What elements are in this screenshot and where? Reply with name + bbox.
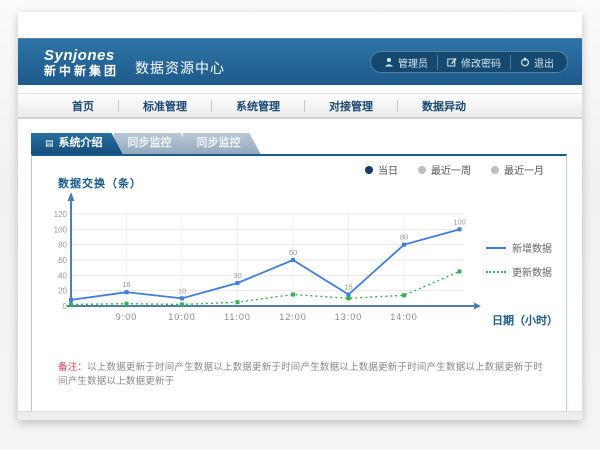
user-item-label: 修改密码 <box>461 55 501 70</box>
power-icon <box>520 57 530 67</box>
range-option-label: 当日 <box>378 162 398 177</box>
data-point <box>236 281 240 285</box>
range-option-1[interactable]: 最近一周 <box>418 162 471 177</box>
company-logo: Synjones 新中新集团 <box>44 48 119 77</box>
y-tick-label: 100 <box>54 225 68 234</box>
nav-item-2[interactable]: 系统管理 <box>212 98 304 114</box>
tab-label: 同步监控 <box>128 133 172 154</box>
legend-item-1: 更新数据 <box>486 264 560 279</box>
app-header: Synjones 新中新集团 数据资源中心 管理员 修改密码 退出 <box>18 38 582 85</box>
data-point <box>347 293 351 297</box>
user-item-edit[interactable]: 修改密码 <box>437 55 510 70</box>
data-point <box>69 302 73 306</box>
legend-label: 更新数据 <box>512 264 552 279</box>
data-point <box>69 298 73 302</box>
nav-item-1[interactable]: 标准管理 <box>119 98 211 114</box>
data-point <box>402 293 406 297</box>
legend-label: 新增数据 <box>512 240 552 255</box>
tab-label: 同步监控 <box>197 133 241 154</box>
footer-note-text: 以上数据更新于时间产生数据以上数据更新于时间产生数据以上数据更新于时间产生数据以… <box>58 362 543 387</box>
radio-dot <box>365 166 373 174</box>
page-top-strip <box>18 12 582 38</box>
legend-item-0: 新增数据 <box>486 240 560 255</box>
header-nav-gap <box>18 85 582 93</box>
nav-item-3[interactable]: 对接管理 <box>305 98 397 114</box>
footer-note: 备注：以上数据更新于时间产生数据以上数据更新于时间产生数据以上数据更新于时间产生… <box>58 359 552 387</box>
data-point-label: 10 <box>178 286 186 295</box>
x-tick-label: 11:00 <box>224 312 251 322</box>
data-point <box>291 293 295 297</box>
data-point <box>180 302 184 306</box>
data-point <box>458 227 462 231</box>
legend-swatch <box>486 247 506 249</box>
nav-item-0[interactable]: 首页 <box>48 98 118 114</box>
user-item-user[interactable]: 管理员 <box>375 55 437 70</box>
data-point <box>180 296 184 300</box>
tab-0[interactable]: ▤ 系统介绍 <box>31 133 123 154</box>
x-tick-label: 13:00 <box>335 312 363 322</box>
data-point <box>291 258 295 262</box>
data-point <box>125 302 129 306</box>
data-point-label: 15 <box>344 283 352 292</box>
chart-panel: 当日最近一周最近一月 数据交换（条） 0204060801001209:0010… <box>31 154 567 416</box>
range-selector: 当日 最近一周 最近一月 <box>365 162 544 177</box>
page-title: 数据资源中心 <box>135 58 225 78</box>
browser-page: Synjones 新中新集团 数据资源中心 管理员修改密码退出 首页标准管理系统… <box>18 12 582 420</box>
data-point <box>125 290 129 294</box>
data-point <box>236 300 240 304</box>
user-toolbar: 管理员 修改密码 退出 <box>370 51 568 73</box>
data-point <box>402 243 406 247</box>
tab-label: 系统介绍 <box>59 133 103 154</box>
user-item-label: 管理员 <box>398 55 428 70</box>
document-icon: ▤ <box>45 139 54 148</box>
content-area: ▤系统介绍同步监控同步监控 当日最近一周最近一月 数据交换（条） 0204060… <box>18 133 582 416</box>
edit-icon <box>447 57 457 67</box>
footer-note-prefix: 备注： <box>58 362 87 373</box>
chart-legend: 新增数据更新数据 <box>486 240 560 288</box>
nav-item-4[interactable]: 数据异动 <box>398 98 490 114</box>
data-point <box>458 270 462 274</box>
tab-1[interactable]: 同步监控 <box>114 133 192 154</box>
main-nav: 首页标准管理系统管理对接管理数据异动 <box>18 93 582 119</box>
data-point-label: 60 <box>289 248 297 257</box>
range-option-label: 最近一月 <box>504 162 544 177</box>
y-tick-label: 40 <box>58 271 67 280</box>
data-point-label: 30 <box>233 271 241 280</box>
x-tick-label: 12:00 <box>279 312 307 322</box>
range-option-2[interactable]: 最近一月 <box>491 162 544 177</box>
user-item-label: 退出 <box>534 55 554 70</box>
x-tick-label: 10:00 <box>168 312 196 322</box>
y-tick-label: 0 <box>63 302 68 311</box>
range-option-0[interactable]: 当日 <box>365 162 398 177</box>
y-axis-arrow <box>68 192 75 201</box>
logo-text-en: Synjones <box>44 48 119 63</box>
radio-dot <box>418 166 426 174</box>
user-icon <box>384 57 394 67</box>
y-tick-label: 80 <box>58 241 67 250</box>
legend-swatch <box>486 271 506 273</box>
tab-2[interactable]: 同步监控 <box>183 133 261 154</box>
y-tick-label: 60 <box>58 256 67 265</box>
y-tick-label: 20 <box>58 287 67 296</box>
line-chart: 0 20 40 60 80 100 120 9:00 10:00 11:00 12:00 13:00 1… <box>38 189 498 329</box>
x-axis-arrow <box>474 303 481 310</box>
data-point <box>347 296 351 300</box>
data-point-label: 100 <box>453 217 466 226</box>
page-bottom-strip <box>18 411 582 420</box>
y-tick-label: 120 <box>54 210 68 219</box>
logo-text-cn: 新中新集团 <box>44 65 119 77</box>
x-tick-label: 14:00 <box>390 312 418 322</box>
radio-dot <box>491 166 499 174</box>
x-tick-label: 9:00 <box>116 312 138 322</box>
x-axis-title: 日期（小时） <box>492 312 558 328</box>
data-point-label: 80 <box>400 233 408 242</box>
user-item-power[interactable]: 退出 <box>510 55 563 70</box>
data-point-label: 18 <box>122 280 130 289</box>
range-option-label: 最近一周 <box>431 162 471 177</box>
tab-bar: ▤ 系统介绍 同步监控 同步监控 <box>31 133 582 154</box>
